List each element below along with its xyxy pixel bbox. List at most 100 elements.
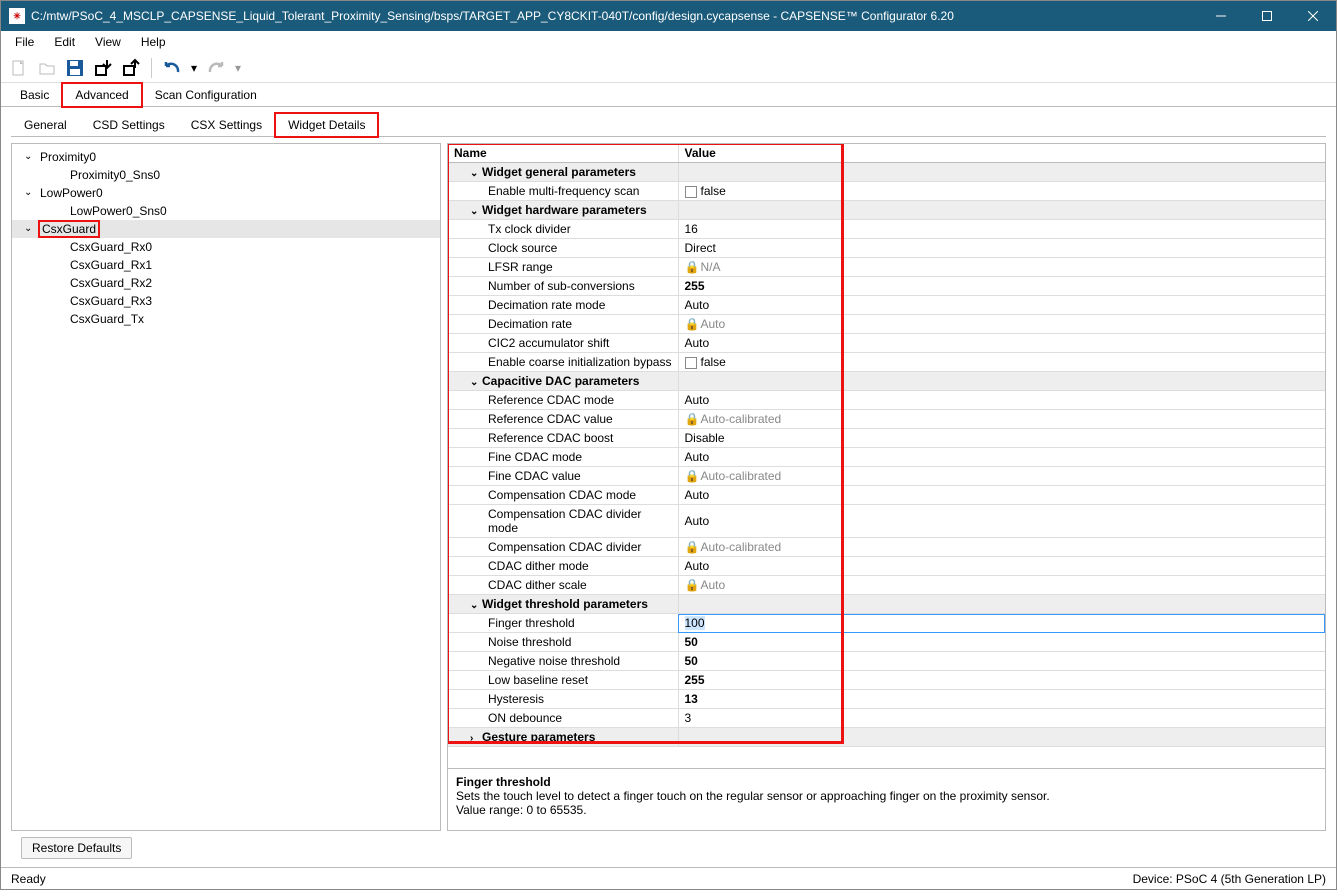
chevron-down-icon[interactable]: ⌄ <box>470 377 482 388</box>
prop-value[interactable]: Auto <box>678 505 1325 538</box>
prop-name[interactable]: Fine CDAC mode <box>448 448 678 467</box>
prop-name[interactable]: LFSR range <box>448 258 678 277</box>
prop-name[interactable]: Compensation CDAC divider mode <box>448 505 678 538</box>
tab-widget-details[interactable]: Widget Details <box>275 113 378 137</box>
prop-value[interactable]: Direct <box>678 239 1325 258</box>
prop-name[interactable]: Reference CDAC value <box>448 410 678 429</box>
tab-csd-settings[interactable]: CSD Settings <box>80 113 178 137</box>
prop-name[interactable]: Low baseline reset <box>448 671 678 690</box>
prop-name[interactable]: Enable multi-frequency scan <box>448 182 678 201</box>
group-widget-hardware-parameters[interactable]: ⌄Widget hardware parameters <box>448 201 678 220</box>
tab-advanced[interactable]: Advanced <box>62 83 141 107</box>
prop-value[interactable]: 100 <box>678 614 1325 633</box>
checkbox-icon[interactable] <box>685 186 697 198</box>
prop-name[interactable]: CDAC dither mode <box>448 557 678 576</box>
tree-item-csxguard_rx3[interactable]: CsxGuard_Rx3 <box>12 292 440 310</box>
open-file-icon[interactable] <box>35 56 59 80</box>
redo-icon[interactable] <box>204 56 228 80</box>
checkbox-icon[interactable] <box>685 357 697 369</box>
prop-name[interactable]: Tx clock divider <box>448 220 678 239</box>
prop-value[interactable]: false <box>678 182 1325 201</box>
tree-item-csxguard[interactable]: ⌄ CsxGuard <box>12 220 440 238</box>
import-icon[interactable] <box>91 56 115 80</box>
prop-name[interactable]: Clock source <box>448 239 678 258</box>
tree-item-lowpower0[interactable]: ⌄LowPower0 <box>12 184 440 202</box>
prop-value[interactable]: 255 <box>678 277 1325 296</box>
prop-name[interactable]: Hysteresis <box>448 690 678 709</box>
tree-item-lowpower0_sns0[interactable]: LowPower0_Sns0 <box>12 202 440 220</box>
tab-scan-configuration[interactable]: Scan Configuration <box>142 83 270 107</box>
minimize-button[interactable] <box>1198 1 1244 31</box>
prop-name[interactable]: Reference CDAC mode <box>448 391 678 410</box>
menu-help[interactable]: Help <box>131 33 176 51</box>
prop-value[interactable]: 50 <box>678 652 1325 671</box>
tree-item-csxguard_rx1[interactable]: CsxGuard_Rx1 <box>12 256 440 274</box>
tree-item-csxguard_rx2[interactable]: CsxGuard_Rx2 <box>12 274 440 292</box>
undo-dropdown-icon[interactable]: ▾ <box>188 56 200 80</box>
prop-value[interactable]: Auto <box>678 334 1325 353</box>
menu-view[interactable]: View <box>85 33 131 51</box>
close-button[interactable] <box>1290 1 1336 31</box>
prop-name[interactable]: Noise threshold <box>448 633 678 652</box>
group-widget-general-parameters[interactable]: ⌄Widget general parameters <box>448 163 678 182</box>
prop-value[interactable]: Disable <box>678 429 1325 448</box>
tree-item-label: CsxGuard <box>40 222 98 236</box>
prop-value[interactable]: Auto <box>678 557 1325 576</box>
undo-icon[interactable] <box>160 56 184 80</box>
tree-item-csxguard_tx[interactable]: CsxGuard_Tx <box>12 310 440 328</box>
restore-defaults-button[interactable]: Restore Defaults <box>21 837 132 859</box>
prop-name[interactable]: Reference CDAC boost <box>448 429 678 448</box>
tab-csx-settings[interactable]: CSX Settings <box>178 113 275 137</box>
prop-value[interactable]: Auto <box>678 448 1325 467</box>
group-gesture-parameters[interactable]: ›Gesture parameters <box>448 728 678 747</box>
prop-value[interactable]: Auto <box>678 391 1325 410</box>
group-capacitive-dac-parameters[interactable]: ⌄Capacitive DAC parameters <box>448 372 678 391</box>
new-file-icon[interactable] <box>7 56 31 80</box>
chevron-down-icon[interactable]: ⌄ <box>24 221 36 237</box>
prop-value[interactable]: 255 <box>678 671 1325 690</box>
prop-name[interactable]: Fine CDAC value <box>448 467 678 486</box>
group-label: Widget hardware parameters <box>482 203 647 217</box>
export-icon[interactable] <box>119 56 143 80</box>
tab-general[interactable]: General <box>11 113 80 137</box>
chevron-down-icon[interactable]: ⌄ <box>24 185 36 201</box>
prop-name[interactable]: Number of sub-conversions <box>448 277 678 296</box>
prop-name[interactable]: Compensation CDAC divider <box>448 538 678 557</box>
chevron-down-icon[interactable]: ⌄ <box>470 168 482 179</box>
prop-name[interactable]: Decimation rate mode <box>448 296 678 315</box>
prop-name[interactable]: Enable coarse initialization bypass <box>448 353 678 372</box>
description-line2: Value range: 0 to 65535. <box>456 803 1317 817</box>
maximize-button[interactable] <box>1244 1 1290 31</box>
prop-name[interactable]: ON debounce <box>448 709 678 728</box>
tree-item-proximity0_sns0[interactable]: Proximity0_Sns0 <box>12 166 440 184</box>
prop-name[interactable]: Decimation rate <box>448 315 678 334</box>
menu-file[interactable]: File <box>5 33 44 51</box>
prop-name[interactable]: Finger threshold <box>448 614 678 633</box>
chevron-down-icon[interactable]: ⌄ <box>24 149 36 165</box>
prop-name[interactable]: Compensation CDAC mode <box>448 486 678 505</box>
tree-item-proximity0[interactable]: ⌄Proximity0 <box>12 148 440 166</box>
column-header-value[interactable]: Value <box>678 144 1325 163</box>
prop-value[interactable]: 16 <box>678 220 1325 239</box>
redo-dropdown-icon[interactable]: ▾ <box>232 56 244 80</box>
prop-value[interactable]: Auto <box>678 486 1325 505</box>
prop-value[interactable]: 50 <box>678 633 1325 652</box>
chevron-down-icon[interactable]: ⌄ <box>470 206 482 217</box>
widget-tree[interactable]: ⌄Proximity0Proximity0_Sns0⌄LowPower0LowP… <box>11 143 441 831</box>
menu-edit[interactable]: Edit <box>44 33 85 51</box>
property-grid[interactable]: NameValue⌄Widget general parametersEnabl… <box>447 143 1326 769</box>
save-icon[interactable] <box>63 56 87 80</box>
group-widget-threshold-parameters[interactable]: ⌄Widget threshold parameters <box>448 595 678 614</box>
chevron-right-icon[interactable]: › <box>470 733 482 744</box>
tree-item-csxguard_rx0[interactable]: CsxGuard_Rx0 <box>12 238 440 256</box>
chevron-down-icon[interactable]: ⌄ <box>470 600 482 611</box>
prop-value[interactable]: 13 <box>678 690 1325 709</box>
prop-value[interactable]: false <box>678 353 1325 372</box>
column-header-name[interactable]: Name <box>448 144 678 163</box>
prop-value[interactable]: Auto <box>678 296 1325 315</box>
prop-name[interactable]: Negative noise threshold <box>448 652 678 671</box>
prop-name[interactable]: CDAC dither scale <box>448 576 678 595</box>
prop-value[interactable]: 3 <box>678 709 1325 728</box>
tab-basic[interactable]: Basic <box>7 83 62 107</box>
prop-name[interactable]: CIC2 accumulator shift <box>448 334 678 353</box>
